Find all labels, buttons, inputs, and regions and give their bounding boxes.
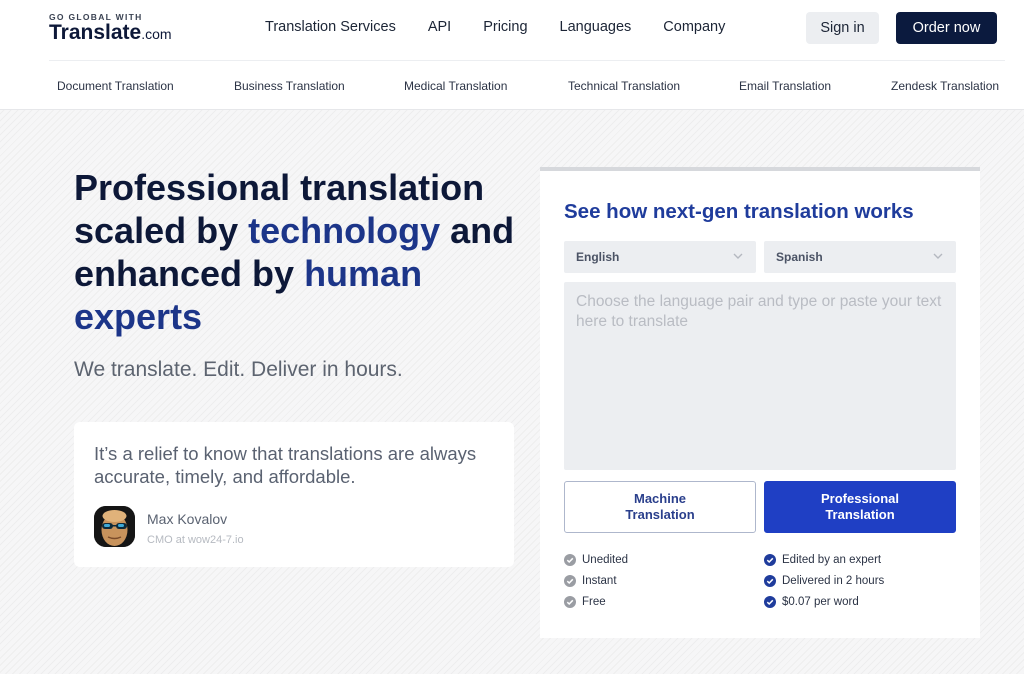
avatar	[94, 506, 135, 547]
subnav-email-translation[interactable]: Email Translation	[739, 79, 831, 93]
target-language-select[interactable]: Spanish	[764, 241, 956, 273]
feature-item: $0.07 per word	[764, 592, 884, 613]
nav-api[interactable]: API	[428, 19, 451, 35]
main-nav: Translation Services API Pricing Languag…	[265, 19, 725, 35]
feature-item: Delivered in 2 hours	[764, 570, 884, 591]
feature-label: Free	[582, 596, 606, 609]
check-circle-icon	[764, 553, 776, 566]
feature-label: $0.07 per word	[782, 596, 859, 609]
testimonial-name: Max Kovalov	[147, 511, 228, 527]
feature-label: Unedited	[582, 553, 629, 566]
check-circle-icon	[564, 574, 576, 587]
source-language-select[interactable]: English	[564, 241, 756, 273]
logo-suffix: .com	[141, 26, 172, 42]
nav-translation-services[interactable]: Translation Services	[265, 19, 396, 35]
logo[interactable]: GO GLOBAL WITH Translate.com	[49, 12, 172, 45]
chevron-down-icon	[933, 253, 943, 259]
feature-item: Instant	[564, 570, 628, 591]
testimonial-quote: It’s a relief to know that translations …	[94, 443, 477, 487]
subnav-technical-translation[interactable]: Technical Translation	[568, 79, 680, 93]
feature-label: Delivered in 2 hours	[782, 574, 885, 587]
machine-translation-button[interactable]: Machine Translation	[564, 481, 756, 533]
order-now-button[interactable]: Order now	[896, 12, 997, 44]
testimonial-card: It’s a relief to know that translations …	[74, 422, 514, 567]
hero-subtitle: We translate. Edit. Deliver in hours.	[74, 358, 403, 381]
hero-title: Professional translation scaled by techn…	[74, 166, 534, 338]
professional-translation-label: Professional Translation	[820, 491, 900, 522]
feature-item: Edited by an expert	[764, 549, 884, 570]
logo-name: Translate	[49, 21, 142, 44]
nav-company[interactable]: Company	[663, 19, 725, 35]
services-subnav: Document Translation Business Translatio…	[0, 61, 1024, 109]
testimonial-role: CMO at wow24-7.io	[147, 534, 244, 546]
chevron-down-icon	[733, 253, 743, 259]
avatar-photo-icon	[94, 506, 135, 547]
hero-title-accent: technology	[248, 210, 441, 251]
professional-features-list: Edited by an expert Delivered in 2 hours…	[764, 549, 884, 613]
subnav-zendesk-translation[interactable]: Zendesk Translation	[891, 79, 999, 93]
machine-translation-label: Machine Translation	[625, 491, 695, 522]
top-bar: GO GLOBAL WITH Translate.com Translation…	[0, 0, 1024, 60]
site-header: GO GLOBAL WITH Translate.com Translation…	[0, 0, 1024, 110]
translation-widget: See how next-gen translation works Engli…	[540, 167, 980, 638]
professional-translation-button[interactable]: Professional Translation	[764, 481, 956, 533]
check-circle-icon	[764, 596, 776, 609]
check-circle-icon	[764, 574, 776, 587]
nav-pricing[interactable]: Pricing	[483, 19, 527, 35]
nav-languages[interactable]: Languages	[560, 19, 632, 35]
target-language-value: Spanish	[776, 250, 823, 264]
feature-label: Edited by an expert	[782, 553, 882, 566]
source-text-input[interactable]	[564, 282, 956, 470]
feature-label: Instant	[582, 574, 617, 587]
feature-item: Unedited	[564, 549, 628, 570]
source-language-value: English	[576, 250, 620, 264]
sign-in-button[interactable]: Sign in	[806, 12, 879, 44]
subnav-business-translation[interactable]: Business Translation	[234, 79, 345, 93]
feature-item: Free	[564, 592, 628, 613]
machine-features-list: Unedited Instant Free	[564, 549, 628, 613]
check-circle-icon	[564, 553, 576, 566]
subnav-medical-translation[interactable]: Medical Translation	[404, 79, 507, 93]
subnav-document-translation[interactable]: Document Translation	[57, 79, 174, 93]
check-circle-icon	[564, 596, 576, 609]
logo-wordmark: Translate.com	[49, 22, 172, 45]
widget-title: See how next-gen translation works	[564, 200, 914, 223]
